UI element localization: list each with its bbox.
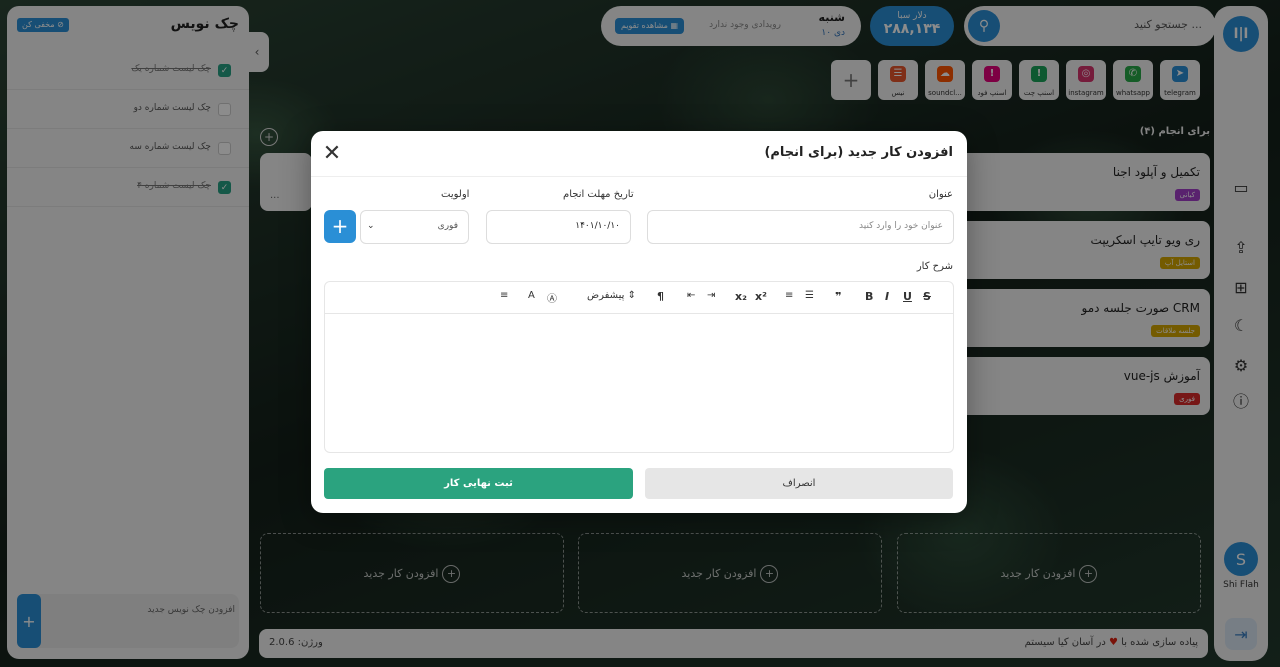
due-label: تاریخ مهلت انجام xyxy=(563,189,634,200)
subscript-icon[interactable]: x₂ xyxy=(735,290,747,303)
chevron-down-icon: ⌄ xyxy=(367,221,375,231)
add-task-modal: افزودن کار جدید (برای انجام) ✕ عنوان عنو… xyxy=(311,131,967,513)
font-color-icon[interactable]: A xyxy=(528,290,535,301)
format-select[interactable]: پیشفرض ⇕ xyxy=(587,290,636,301)
bullet-list-icon[interactable]: ☰ xyxy=(805,290,814,301)
italic-icon[interactable]: I xyxy=(885,290,889,303)
superscript-icon[interactable]: x² xyxy=(755,290,767,303)
format-value: پیشفرض xyxy=(587,290,625,301)
rich-text-editor[interactable]: S U I B ❞ ☰ ≡ x² x₂ ⇥ ⇤ ¶ پیشفرض ⇕ Ⓐ A ≡ xyxy=(324,281,954,453)
close-icon[interactable]: ✕ xyxy=(321,143,343,165)
modal-title: افزودن کار جدید (برای انجام) xyxy=(764,145,953,160)
divider xyxy=(311,176,967,177)
quote-icon[interactable]: ❞ xyxy=(835,290,841,303)
submit-button[interactable]: ثبت نهایی کار xyxy=(324,468,633,499)
indent-icon[interactable]: ⇥ xyxy=(707,290,715,301)
due-date-value: ۱۴۰۱/۱۰/۱۰ xyxy=(575,221,620,231)
outdent-icon[interactable]: ⇤ xyxy=(687,290,695,301)
align-icon[interactable]: ≡ xyxy=(500,290,508,301)
title-placeholder: عنوان خود را وارد کنید xyxy=(859,221,943,231)
ordered-list-icon[interactable]: ≡ xyxy=(785,290,793,301)
priority-label: اولویت xyxy=(441,189,470,200)
strikethrough-icon[interactable]: S xyxy=(923,290,931,303)
cancel-button[interactable]: انصراف xyxy=(645,468,953,499)
highlight-icon[interactable]: Ⓐ xyxy=(547,290,557,305)
due-date-field[interactable]: ۱۴۰۱/۱۰/۱۰ xyxy=(486,210,631,244)
priority-select[interactable]: فوری ⌄ xyxy=(360,210,469,244)
add-priority-button[interactable]: + xyxy=(324,210,356,243)
description-label: شرح کار xyxy=(916,261,953,272)
bold-icon[interactable]: B xyxy=(865,290,873,303)
paragraph-direction-icon[interactable]: ¶ xyxy=(657,290,664,303)
editor-toolbar: S U I B ❞ ☰ ≡ x² x₂ ⇥ ⇤ ¶ پیشفرض ⇕ Ⓐ A ≡ xyxy=(325,282,953,314)
title-label: عنوان xyxy=(928,189,953,200)
underline-icon[interactable]: U xyxy=(903,290,912,303)
title-field[interactable]: عنوان خود را وارد کنید xyxy=(647,210,954,244)
